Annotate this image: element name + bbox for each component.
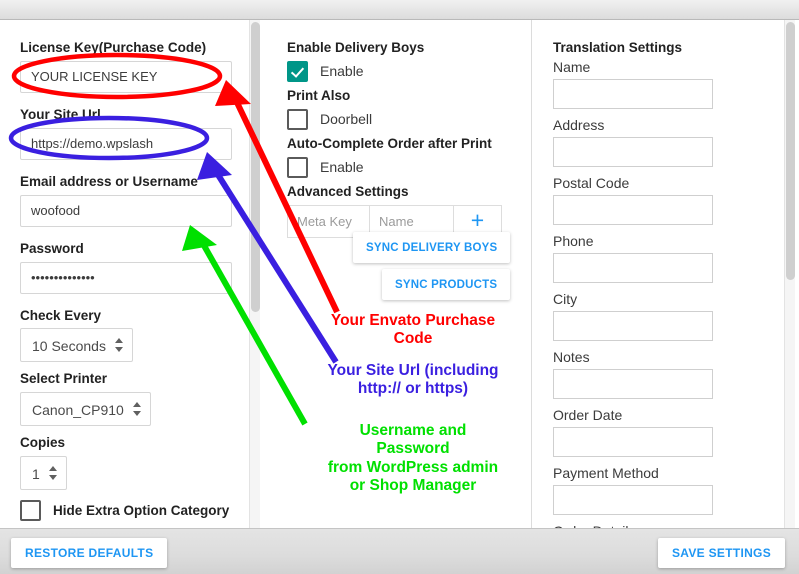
translation-field-input[interactable] <box>553 195 713 225</box>
doorbell-checkbox[interactable] <box>287 108 308 130</box>
translation-field-input[interactable] <box>553 79 713 109</box>
hide-extra-option-category-label: Hide Extra Option Category <box>53 503 230 519</box>
hide-extra-option-category-checkbox[interactable] <box>20 500 41 522</box>
spinner-arrows-icon <box>48 465 58 481</box>
translation-field-input[interactable] <box>553 369 713 399</box>
printer-select[interactable]: Canon_CP910 <box>20 392 151 427</box>
translation-field-label: Address <box>553 117 605 133</box>
license-key-input[interactable] <box>20 60 232 93</box>
left-settings-column: License Key(Purchase Code) Your Site Url… <box>0 20 250 528</box>
right-column-scrollbar[interactable] <box>784 20 795 528</box>
auto-complete-order-label: Enable <box>320 159 364 176</box>
password-label: Password <box>20 240 84 256</box>
select-printer-label: Select Printer <box>20 371 108 387</box>
license-key-label: License Key(Purchase Code) <box>20 40 207 55</box>
right-translation-column: Translation Settings Name Address Postal C… <box>533 20 783 528</box>
enable-delivery-boys-row[interactable]: Enable <box>287 60 513 82</box>
restore-defaults-button[interactable]: RESTORE DEFAULTS <box>11 538 168 568</box>
hide-extra-option-category-row[interactable]: Hide Extra Option Category <box>20 500 232 522</box>
email-username-label: Email address or Username <box>20 173 198 189</box>
right-column-scrollbar-thumb[interactable] <box>786 22 795 280</box>
translation-field-label: Notes <box>553 349 590 365</box>
enable-delivery-boys-label: Enable <box>320 63 364 80</box>
auto-complete-order-row[interactable]: Enable <box>287 156 513 178</box>
print-also-doorbell-row[interactable]: Doorbell <box>287 108 513 130</box>
auto-complete-order-checkbox[interactable] <box>287 156 308 178</box>
translation-field-label: City <box>553 291 578 307</box>
enable-delivery-boys-checkbox[interactable] <box>287 60 308 82</box>
enable-delivery-boys-heading: Enable Delivery Boys <box>287 40 425 55</box>
copies-value: 1 <box>32 466 40 483</box>
doorbell-label: Doorbell <box>320 111 373 128</box>
translation-field-input[interactable] <box>553 311 713 341</box>
green-annotation-text: Username and Password from WordPress adm… <box>327 422 499 494</box>
left-column-scrollbar[interactable] <box>249 20 260 528</box>
top-toolbar <box>0 0 799 20</box>
translation-field-input[interactable] <box>553 137 713 167</box>
password-input[interactable] <box>20 261 232 294</box>
translation-field-label: Name <box>553 59 591 75</box>
copies-stepper[interactable]: 1 <box>20 456 67 491</box>
spinner-arrows-icon <box>114 337 124 353</box>
app-window: License Key(Purchase Code) Your Site Url… <box>0 0 799 574</box>
advanced-settings-heading: Advanced Settings <box>287 183 409 199</box>
translation-field-input[interactable] <box>553 485 713 515</box>
site-url-input[interactable] <box>20 127 232 160</box>
site-url-label: Your Site Url <box>20 106 101 122</box>
copies-label: Copies <box>20 435 66 451</box>
check-every-label: Check Every <box>20 307 102 323</box>
translation-settings-heading: Translation Settings <box>553 40 683 55</box>
translation-fields-list: Name Address Postal Code Phone City Notes Orde… <box>553 59 765 528</box>
spinner-arrows-icon <box>132 401 142 417</box>
translation-field-input[interactable] <box>553 253 713 283</box>
check-every-value: 10 Seconds <box>32 338 106 355</box>
check-every-select[interactable]: 10 Seconds <box>20 328 133 363</box>
sync-delivery-boys-button[interactable]: SYNC DELIVERY BOYS <box>353 232 511 263</box>
email-username-input[interactable] <box>20 194 232 227</box>
translation-field-label: Phone <box>553 233 594 249</box>
left-column-scrollbar-thumb[interactable] <box>251 22 260 312</box>
red-annotation-text: Your Envato Purchase Code <box>330 312 496 348</box>
translation-field-label: Postal Code <box>553 175 630 191</box>
print-also-heading: Print Also <box>287 87 351 103</box>
bottom-action-bar: RESTORE DEFAULTS SAVE SETTINGS <box>0 528 799 574</box>
save-settings-button[interactable]: SAVE SETTINGS <box>657 538 785 568</box>
auto-complete-order-heading: Auto-Complete Order after Print <box>287 135 492 151</box>
translation-field-label: Order Date <box>553 407 623 423</box>
translation-field-label: Payment Method <box>553 465 659 481</box>
translation-field-input[interactable] <box>553 427 713 457</box>
sync-products-button[interactable]: SYNC PRODUCTS <box>382 269 511 300</box>
printer-value: Canon_CP910 <box>32 402 124 419</box>
blue-annotation-text: Your Site Url (including http:// or http… <box>327 362 499 398</box>
